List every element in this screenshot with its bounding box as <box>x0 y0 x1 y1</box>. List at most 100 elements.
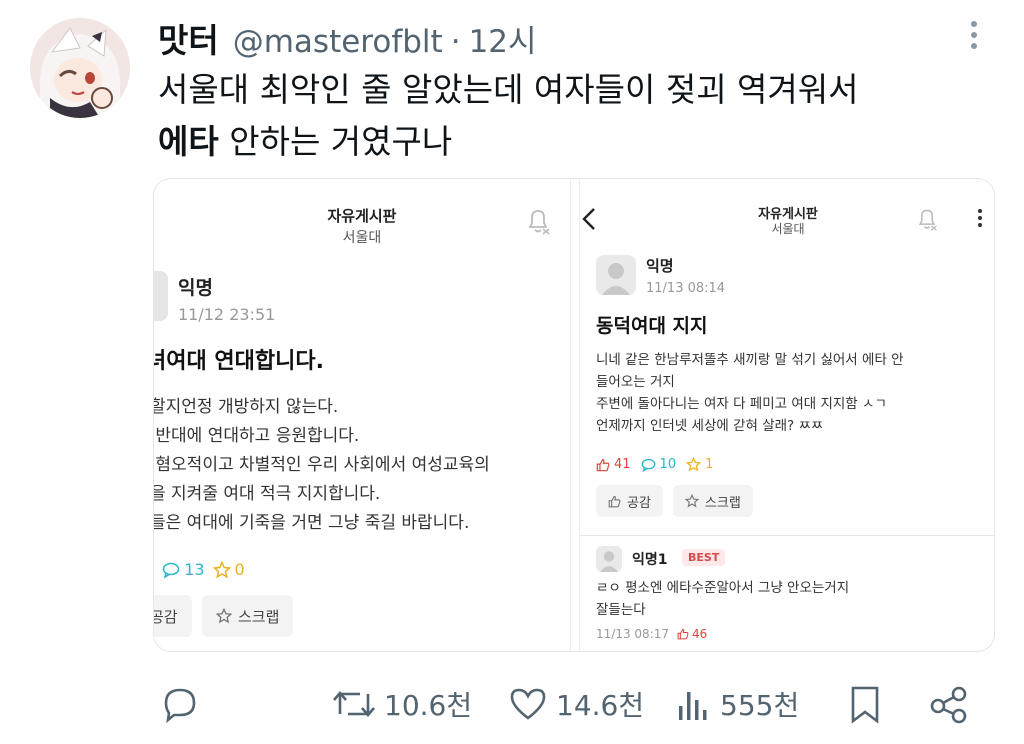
star-icon <box>216 608 232 624</box>
comment-divider <box>580 535 994 536</box>
tweet-text-line1: 서울대 최악인 줄 알았는데 여자들이 젖괴 역겨워서 <box>158 70 859 109</box>
post-title: 동덕여대 지지 <box>596 315 708 337</box>
comment-count: 10 <box>659 457 677 472</box>
comment-stat: 13 <box>162 560 205 579</box>
post-body-line: 들은 여대에 기죽을 거면 그냥 죽길 바랍니다. <box>154 513 470 533</box>
retweet-icon <box>333 691 375 717</box>
like-button-label: 공감 <box>627 495 651 511</box>
bell-off-icon <box>528 210 550 235</box>
scrap-button[interactable]: 스크랩 <box>202 595 294 637</box>
heart-icon <box>510 688 546 720</box>
thumbs-up-icon <box>677 628 689 640</box>
default-avatar-icon <box>602 263 630 295</box>
post-stats: 41 10 1 <box>596 457 713 472</box>
tweet-header: 맛터 @masterofblt · 12시 <box>158 14 537 61</box>
post-title: 녀여대 연대합니다. <box>154 349 324 374</box>
views-button[interactable]: 555천 <box>676 684 799 724</box>
scrap-count: 0 <box>234 560 245 579</box>
retweet-count: 10.6천 <box>384 689 473 722</box>
star-icon <box>684 494 699 508</box>
views-count: 555천 <box>720 689 800 722</box>
author-name: 익명 <box>646 257 674 275</box>
best-badge: BEST <box>682 549 726 566</box>
bookmark-icon <box>851 686 879 724</box>
post-buttons: 공감 스크랩 <box>596 485 753 517</box>
post-body: 니네 같은 한남루저똘추 새끼랑 말 섞기 싫어서 에타 안들어오는 거지주변에… <box>596 349 986 437</box>
post-body-line: 주변에 돌아다니는 여자 다 페미고 여대 지지함 ㅅㄱ <box>596 396 887 412</box>
post-body-line: 혐오적이고 차별적인 우리 사회에서 여성교육의 <box>154 455 490 475</box>
comment-date: 11/13 08:17 <box>596 627 669 641</box>
school-name: 서울대 <box>342 230 382 246</box>
author-name: 익명 <box>178 277 213 299</box>
author-avatar <box>596 255 636 295</box>
tweet-text: 서울대 최악인 줄 알았는데 여자들이 젖괴 역겨워서 에타 안하는 거였구나 <box>158 64 998 168</box>
comment-stat: 10 <box>641 457 677 472</box>
comment-like-stat: 46 <box>677 627 707 641</box>
tweet-media[interactable]: 자유게시판 서울대 익명 11/12 23:51 녀여대 연대합니다. 할지언정… <box>153 178 995 652</box>
like-count: 14.6천 <box>556 689 645 722</box>
reply-button[interactable] <box>160 684 200 724</box>
star-icon <box>212 560 231 578</box>
scrap-button-label: 스크랩 <box>704 495 741 511</box>
tweet-text-rest: 안하는 거였구나 <box>218 122 453 161</box>
comment-like-count: 46 <box>691 627 708 641</box>
bar-chart-icon <box>679 692 707 720</box>
media-image-left[interactable]: 자유게시판 서울대 익명 11/12 23:51 녀여대 연대합니다. 할지언정… <box>154 179 570 651</box>
post-stats: 9 13 0 <box>154 560 245 579</box>
post-body-line: 할지언정 개방하지 않는다. <box>154 397 339 417</box>
post-date: 11/13 08:14 <box>646 281 726 296</box>
star-icon <box>686 457 702 472</box>
comment-meta: 11/13 08:17 46 <box>596 627 707 641</box>
comment-body-line: ㄹㅇ 평소엔 에타수준알아서 그냥 안오는거지 <box>596 580 850 596</box>
scrap-stat: 1 <box>686 457 713 472</box>
scrap-button[interactable]: 스크랩 <box>672 485 753 517</box>
post-body: 할지언정 개방하지 않는다. 반대에 연대하고 응원합니다. 혐오적이고 차별적… <box>154 393 490 538</box>
comment-icon <box>162 562 180 578</box>
bell-off-icon <box>918 209 937 231</box>
comment-icon <box>641 458 655 472</box>
default-avatar-icon <box>599 551 619 572</box>
share-button[interactable] <box>928 684 970 724</box>
like-count: 41 <box>614 457 631 472</box>
bookmark-button[interactable] <box>848 684 882 724</box>
scrap-stat: 0 <box>212 560 245 579</box>
thumbs-up-icon <box>608 495 621 507</box>
kebab-menu-icon <box>976 209 984 229</box>
like-stat: 41 <box>596 457 631 472</box>
post-body-line: 니네 같은 한남루저똘추 새끼랑 말 섞기 싫어서 에타 안 <box>596 352 904 368</box>
display-name[interactable]: 맛터 <box>158 14 219 62</box>
tweet-text-bold: 에타 <box>158 122 219 161</box>
comment-author: 익명1 <box>632 552 668 568</box>
comment-count: 13 <box>184 560 205 579</box>
thumbs-up-icon <box>596 458 610 471</box>
avatar-image <box>30 18 130 118</box>
like-button[interactable]: 공감 <box>596 485 663 517</box>
post-date: 11/12 23:51 <box>178 305 276 324</box>
user-handle[interactable]: @masterofblt <box>233 24 443 60</box>
post-body-line: 들어오는 거지 <box>596 374 675 390</box>
author-avatar <box>154 271 168 321</box>
comment-avatar <box>596 546 622 572</box>
board-name: 자유게시판 <box>327 207 397 225</box>
scrap-button-label: 스크랩 <box>238 607 280 626</box>
post-body-line: 을 지켜줄 여대 적극 지지합니다. <box>154 484 381 504</box>
tweet-time[interactable]: 12시 <box>469 16 537 61</box>
tweet-actions: 10.6천 14.6천 555천 <box>0 676 1024 732</box>
more-options-icon[interactable] <box>962 18 986 58</box>
comment-body-line: 잘들는다 <box>596 602 646 618</box>
post-body-line: 언제까지 인터넷 세상에 갇혀 살래? ㅉㅉ <box>596 418 824 434</box>
scrap-count: 1 <box>705 457 714 472</box>
post-buttons: 공감 스크랩 <box>154 595 294 637</box>
comment-body: ㄹㅇ 평소엔 에타수준알아서 그냥 안오는거지잘들는다 <box>596 577 849 621</box>
reply-icon <box>164 688 196 724</box>
avatar[interactable] <box>30 18 130 118</box>
post-body-line: 반대에 연대하고 응원합니다. <box>154 426 360 446</box>
like-tweet-button[interactable]: 14.6천 <box>508 684 644 724</box>
retweet-button[interactable]: 10.6천 <box>332 684 472 724</box>
tweet-text-line2: 에타 안하는 거였구나 <box>158 116 998 168</box>
separator-dot: · <box>450 24 461 60</box>
like-button-label: 공감 <box>154 607 178 626</box>
like-button[interactable]: 공감 <box>154 595 192 637</box>
media-image-right[interactable]: 자유게시판 서울대 익명 11/13 08:14 동덕여대 지지 니네 같은 한… <box>580 179 994 651</box>
media-divider <box>570 179 580 651</box>
